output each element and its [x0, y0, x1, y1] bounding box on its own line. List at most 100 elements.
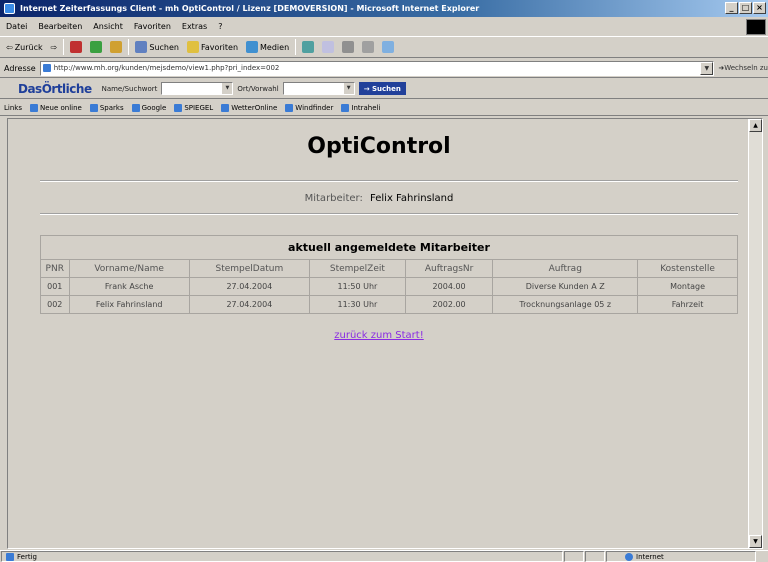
- link-item[interactable]: WetterOnline: [221, 103, 277, 112]
- link-icon: [174, 103, 183, 112]
- menu-help[interactable]: ?: [218, 22, 222, 31]
- print-button[interactable]: [340, 38, 356, 56]
- menu-bearbeiten[interactable]: Bearbeiten: [38, 22, 82, 31]
- page-title: OptiControl: [307, 134, 451, 159]
- link-item[interactable]: Neue online: [29, 103, 82, 112]
- link-item[interactable]: Google: [131, 103, 166, 112]
- employee-line: Mitarbeiter: Felix Fahrinsland: [8, 193, 750, 204]
- mail-icon: [322, 41, 335, 53]
- chevron-down-icon[interactable]: ▼: [222, 83, 233, 94]
- forward-button[interactable]: ⇨: [49, 38, 60, 56]
- discuss-icon: [382, 41, 395, 53]
- link-item[interactable]: Sparks: [89, 103, 124, 112]
- city-input[interactable]: ▼: [282, 82, 355, 95]
- divider: [40, 213, 738, 215]
- table-cell: 11:30 Uhr: [309, 295, 406, 314]
- table-cell: 2002.00: [404, 295, 494, 314]
- column-header: PNR: [40, 259, 70, 278]
- ie-icon: [4, 3, 15, 14]
- name-search-label: Name/Suchwort: [101, 84, 158, 93]
- column-header: Auftrag: [492, 259, 639, 278]
- toolbar-separator: [295, 39, 297, 55]
- home-button[interactable]: [108, 38, 124, 56]
- scroll-up-icon[interactable]: ▲: [749, 119, 762, 132]
- menu-datei[interactable]: Datei: [6, 22, 27, 31]
- menu-ansicht[interactable]: Ansicht: [93, 22, 123, 31]
- scroll-down-icon[interactable]: ▼: [749, 535, 762, 548]
- table-cell: Frank Asche: [68, 277, 190, 296]
- standard-toolbar: ⇦ Zurück ⇨ Suchen Favoriten Medien: [0, 36, 768, 58]
- name-search-input[interactable]: ▼: [161, 82, 234, 95]
- link-icon: [285, 103, 294, 112]
- history-button[interactable]: [300, 38, 316, 56]
- maximize-button[interactable]: □: [739, 2, 752, 14]
- column-header: Vorname/Name: [68, 259, 190, 278]
- das-oertliche-toolbar: DasÖrtliche Name/Suchwort ▼ Ort/Vorwahl …: [0, 79, 768, 99]
- back-to-start-link[interactable]: zurück zum Start!: [8, 330, 750, 341]
- table-cell: Montage: [637, 277, 738, 296]
- refresh-button[interactable]: [88, 38, 104, 56]
- zone-text: Internet: [636, 552, 664, 561]
- window-title: Internet Zeiterfassungs Client - mh Opti…: [20, 4, 480, 13]
- link-item[interactable]: SPIEGEL: [174, 103, 213, 112]
- home-icon: [110, 41, 123, 53]
- menu-bar: Datei Bearbeiten Ansicht Favoriten Extra…: [0, 17, 768, 35]
- links-label: Links: [4, 103, 22, 112]
- column-header: StempelZeit: [309, 259, 406, 278]
- status-cell: [585, 551, 605, 562]
- vertical-scrollbar[interactable]: ▲ ▼: [748, 119, 762, 548]
- table-row: 001 Frank Asche 27.04.2004 11:50 Uhr 200…: [40, 277, 738, 296]
- title-bar: Internet Zeiterfassungs Client - mh Opti…: [0, 0, 768, 17]
- oertliche-search-button[interactable]: → Suchen: [358, 82, 406, 95]
- printer-icon: [342, 41, 355, 53]
- table-cell: Fahrzeit: [637, 295, 738, 314]
- address-input[interactable]: http://www.mh.org/kunden/mejsdemo/view1.…: [39, 60, 715, 76]
- menu-extras[interactable]: Extras: [182, 22, 207, 31]
- table-cell: Felix Fahrinsland: [68, 295, 190, 314]
- globe-icon: [625, 552, 633, 561]
- stop-icon: [70, 41, 83, 53]
- table-caption: aktuell angemeldete Mitarbeiter: [40, 235, 738, 260]
- close-button[interactable]: ×: [753, 2, 766, 14]
- window-controls: _ □ ×: [725, 2, 766, 14]
- history-icon: [302, 41, 315, 53]
- table-cell: 27.04.2004: [188, 277, 311, 296]
- favorites-button[interactable]: Favoriten: [185, 38, 240, 56]
- address-label: Adresse: [4, 63, 36, 73]
- address-dropdown-icon[interactable]: ▼: [700, 61, 714, 75]
- city-label: Ort/Vorwahl: [237, 84, 279, 93]
- chevron-down-icon[interactable]: ▼: [343, 83, 354, 94]
- discuss-button[interactable]: [380, 38, 396, 56]
- employees-table: aktuell angemeldete Mitarbeiter PNR Vorn…: [40, 235, 738, 314]
- toolbar-separator: [128, 39, 130, 55]
- back-button[interactable]: ⇦ Zurück: [4, 38, 45, 56]
- browser-window: Internet Zeiterfassungs Client - mh Opti…: [0, 0, 768, 562]
- employee-name: Felix Fahrinsland: [370, 193, 454, 204]
- toolbar-separator: [63, 39, 65, 55]
- search-button[interactable]: Suchen: [133, 38, 181, 56]
- edit-button[interactable]: [360, 38, 376, 56]
- link-icon: [29, 103, 38, 112]
- media-button[interactable]: Medien: [244, 38, 291, 56]
- link-item[interactable]: Windfinder: [285, 103, 333, 112]
- minimize-button[interactable]: _: [725, 2, 738, 14]
- search-icon: [135, 41, 148, 53]
- link-icon: [221, 103, 230, 112]
- table-row: 002 Felix Fahrinsland 27.04.2004 11:30 U…: [40, 295, 738, 314]
- go-button[interactable]: ➜Wechseln zu: [718, 64, 768, 72]
- link-item[interactable]: Intraheli: [341, 103, 380, 112]
- das-oertliche-logo: DasÖrtliche: [18, 81, 92, 96]
- table-cell: 001: [40, 277, 70, 296]
- links-bar: Links Neue online Sparks Google SPIEGEL …: [0, 100, 768, 116]
- mail-button[interactable]: [320, 38, 336, 56]
- table-cell: 002: [40, 295, 70, 314]
- stop-button[interactable]: [68, 38, 84, 56]
- table-cell: 11:50 Uhr: [309, 277, 406, 296]
- table-cell: Trocknungsanlage 05 z: [492, 295, 639, 314]
- table-header-row: PNR Vorname/Name StempelDatum StempelZei…: [40, 259, 738, 278]
- table-cell: 2004.00: [404, 277, 494, 296]
- divider: [40, 180, 738, 182]
- menu-favoriten[interactable]: Favoriten: [134, 22, 171, 31]
- column-header: StempelDatum: [188, 259, 311, 278]
- back-arrow-icon: ⇦: [6, 42, 13, 52]
